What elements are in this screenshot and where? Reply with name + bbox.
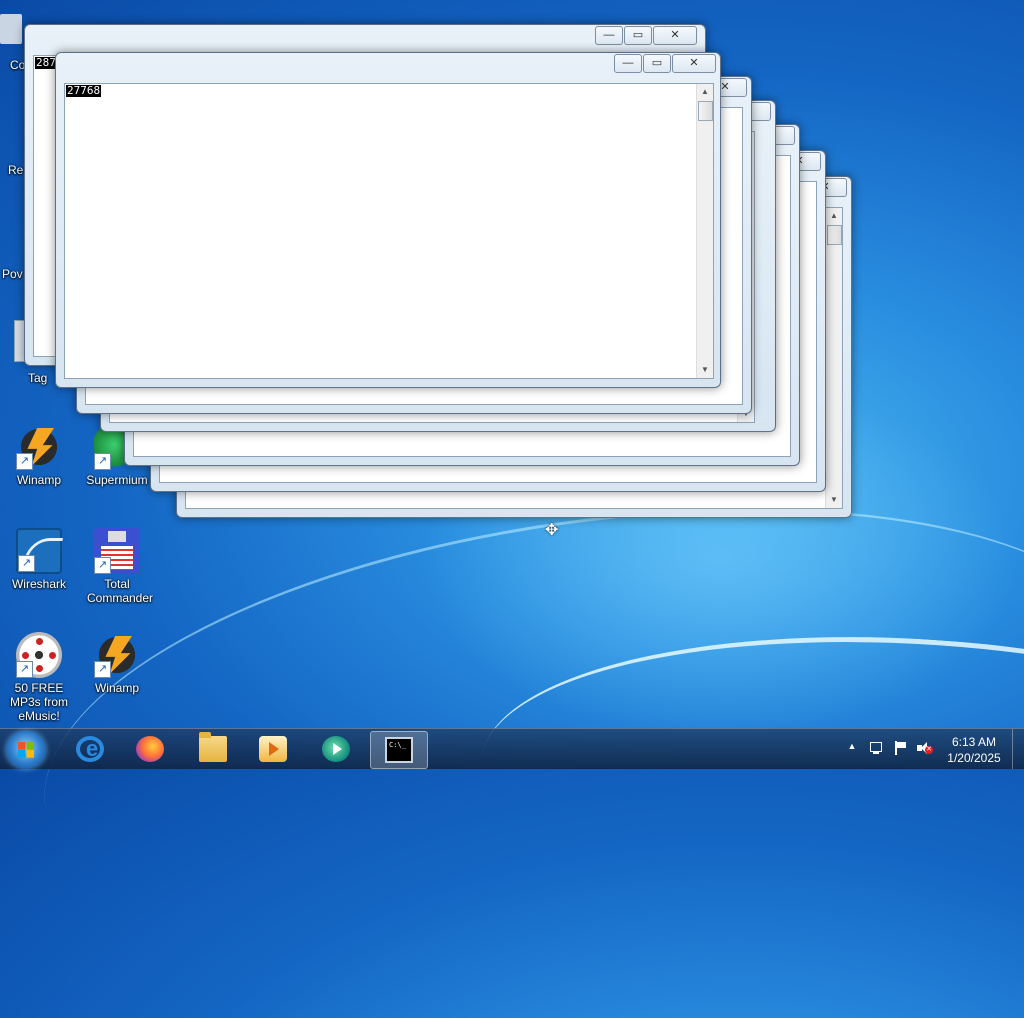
desktop-icon-winamp-2[interactable]: ↗ Winamp	[78, 632, 156, 695]
desktop-icon-emusic[interactable]: ↗ 50 FREE MP3s from eMusic!	[0, 632, 78, 723]
taskbar-windows-media-player[interactable]	[245, 731, 301, 767]
film-reel-icon: ↗	[16, 632, 62, 678]
desktop-icon-label: Supermium	[86, 473, 148, 487]
console-output: 27768	[66, 84, 102, 97]
scroll-up-arrow-icon[interactable]: ▲	[826, 208, 842, 224]
windows-logo-icon	[18, 742, 34, 758]
show-desktop-button[interactable]	[1012, 729, 1024, 769]
mouse-cursor-icon: ✥	[545, 522, 559, 539]
winamp-icon: ↗	[94, 632, 140, 678]
desktop-icon-label: Winamp	[16, 473, 61, 487]
taskbar-file-explorer[interactable]	[185, 731, 241, 767]
minimize-button[interactable]: —	[595, 26, 623, 45]
scroll-up-arrow-icon[interactable]: ▲	[697, 84, 713, 100]
desktop-icon-label: Winamp	[94, 681, 139, 695]
maximize-button[interactable]: ▭	[624, 26, 652, 45]
wireshark-icon: ↗	[16, 528, 64, 574]
scroll-thumb[interactable]	[698, 101, 713, 121]
taskbar: ▲ ✕ 6:13 AM 1/20/2025	[0, 728, 1024, 769]
firefox-icon	[136, 736, 164, 762]
folder-icon	[199, 732, 227, 762]
desktop-icon-total-commander[interactable]: ↗ Total Commander	[78, 528, 156, 605]
show-hidden-icons-button[interactable]: ▲	[844, 741, 860, 755]
desktop-icon-winamp[interactable]: ↗ Winamp	[0, 424, 78, 487]
internet-explorer-icon	[76, 736, 104, 762]
command-prompt-icon	[385, 737, 413, 763]
desktop-icon-wireshark[interactable]: ↗ Wireshark	[0, 528, 78, 591]
system-clock[interactable]: 6:13 AM 1/20/2025	[934, 734, 1014, 766]
desktop-icon-label: 50 FREE MP3s from eMusic!	[9, 681, 68, 723]
scroll-down-arrow-icon[interactable]: ▼	[826, 492, 842, 508]
scroll-down-arrow-icon[interactable]: ▼	[697, 362, 713, 378]
maximize-button[interactable]: ▭	[643, 54, 671, 73]
volume-muted-icon[interactable]: ✕	[916, 741, 933, 755]
taskbar-command-prompt[interactable]	[370, 731, 428, 769]
media-center-icon	[322, 736, 350, 762]
winamp-icon: ↗	[16, 424, 62, 470]
clock-time: 6:13 AM	[951, 735, 997, 749]
desktop-icon-label: Pov	[2, 267, 23, 281]
console-window-front[interactable]: — ▭ ✕ 27768 ▲ ▼	[55, 52, 721, 388]
scroll-thumb[interactable]	[827, 225, 842, 245]
media-player-icon	[259, 736, 287, 762]
system-tray: ▲ ✕ 6:13 AM 1/20/2025	[840, 729, 1024, 769]
taskbar-internet-explorer[interactable]	[62, 731, 118, 767]
close-button[interactable]: ✕	[672, 54, 716, 73]
taskbar-media-center[interactable]	[308, 731, 364, 767]
desktop-icon-label: Re	[8, 163, 24, 177]
vertical-scrollbar[interactable]: ▲ ▼	[696, 84, 713, 378]
vertical-scrollbar[interactable]: ▲ ▼	[825, 208, 842, 508]
taskbar-firefox[interactable]	[122, 731, 178, 767]
action-center-flag-icon[interactable]	[892, 741, 908, 755]
clock-date: 1/20/2025	[947, 751, 1001, 765]
desktop-icon-label: Total Commander	[87, 577, 154, 605]
start-button[interactable]	[6, 731, 46, 769]
close-button[interactable]: ✕	[653, 26, 697, 45]
console-client-area[interactable]: 27768 ▲ ▼	[64, 83, 714, 379]
desktop-icon-label: Tag	[28, 371, 48, 385]
minimize-button[interactable]: —	[614, 54, 642, 73]
network-icon[interactable]	[868, 741, 884, 755]
desktop-icon-label: Wireshark	[11, 577, 66, 591]
floppy-disk-icon: ↗	[94, 528, 140, 574]
